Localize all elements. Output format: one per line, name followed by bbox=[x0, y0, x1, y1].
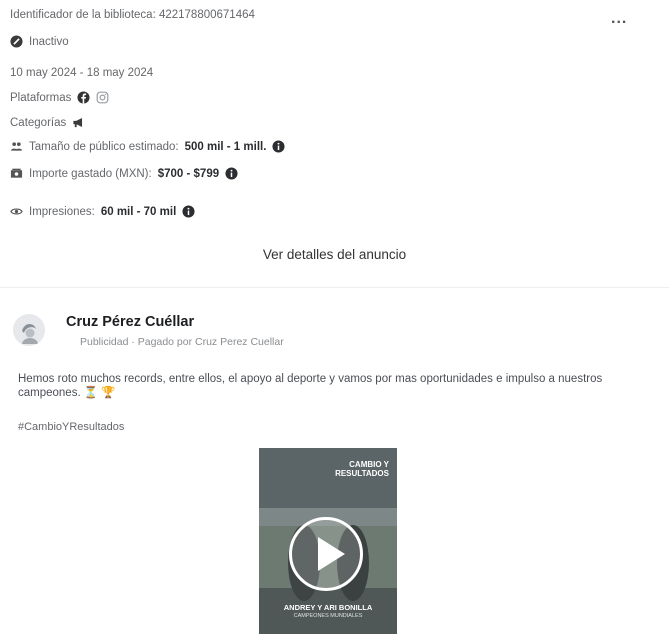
audience-label: Tamaño de público estimado: bbox=[29, 140, 179, 153]
info-icon[interactable] bbox=[225, 167, 238, 180]
post-hashtag[interactable]: #CambioYResultados bbox=[18, 421, 124, 433]
video-title: CAMBIO Y RESULTADOS bbox=[335, 460, 389, 478]
library-id: Identificador de la biblioteca: 42217880… bbox=[10, 9, 255, 21]
sponsored-line: Publicidad · Pagado por Cruz Perez Cuell… bbox=[80, 336, 284, 348]
video-subcaption: CAMPEONES MUNDIALES bbox=[293, 613, 363, 619]
date-range: 10 may 2024 - 18 may 2024 bbox=[10, 67, 154, 79]
paid-by-label: Pagado por bbox=[137, 336, 193, 348]
video-caption: ANDREY Y ARI BONILLA bbox=[283, 603, 373, 612]
impressions-label: Impresiones: bbox=[29, 205, 95, 218]
post-body: Hemos roto muchos records, entre ellos, … bbox=[18, 372, 628, 400]
play-icon[interactable] bbox=[289, 517, 363, 591]
section-divider bbox=[0, 287, 669, 288]
audience-value: 500 mil - 1 mill. bbox=[184, 140, 267, 153]
info-icon[interactable] bbox=[182, 205, 195, 218]
advertiser-avatar[interactable] bbox=[13, 314, 45, 346]
separator: · bbox=[128, 336, 138, 348]
ad-details-link[interactable]: Ver detalles del anuncio bbox=[0, 247, 669, 262]
info-icon[interactable] bbox=[272, 140, 285, 153]
money-icon bbox=[10, 167, 23, 180]
spend-row: Importe gastado (MXN): $700 - $799 bbox=[10, 167, 238, 180]
payer-name[interactable]: Cruz Perez Cuellar bbox=[195, 336, 284, 348]
categories-label: Categorías bbox=[10, 116, 67, 129]
sponsored-label: Publicidad bbox=[80, 336, 129, 348]
impressions-row: Impresiones: 60 mil - 70 mil bbox=[10, 205, 195, 218]
advertiser-name[interactable]: Cruz Pérez Cuéllar bbox=[66, 314, 194, 330]
platforms-label: Plataformas bbox=[10, 91, 72, 104]
platforms-row: Plataformas bbox=[10, 91, 109, 104]
video-thumbnail[interactable]: CAMBIO Y RESULTADOS ANDREY Y ARI BONILLA… bbox=[259, 448, 397, 634]
status-text: Inactivo bbox=[29, 35, 69, 48]
eye-icon bbox=[10, 205, 23, 218]
audience-row: Tamaño de público estimado: 500 mil - 1 … bbox=[10, 140, 285, 153]
facebook-icon bbox=[77, 91, 90, 104]
megaphone-icon bbox=[72, 116, 85, 129]
more-options-button[interactable]: ... bbox=[611, 10, 627, 28]
post-emojis: ⏳ 🏆 bbox=[83, 387, 116, 399]
instagram-icon bbox=[96, 91, 109, 104]
status-row: Inactivo bbox=[10, 35, 69, 48]
spend-label: Importe gastado (MXN): bbox=[29, 167, 152, 180]
inactive-status-icon bbox=[10, 35, 23, 48]
people-icon bbox=[10, 140, 23, 153]
categories-row: Categorías bbox=[10, 116, 85, 129]
impressions-value: 60 mil - 70 mil bbox=[100, 205, 177, 218]
spend-value: $700 - $799 bbox=[157, 167, 220, 180]
